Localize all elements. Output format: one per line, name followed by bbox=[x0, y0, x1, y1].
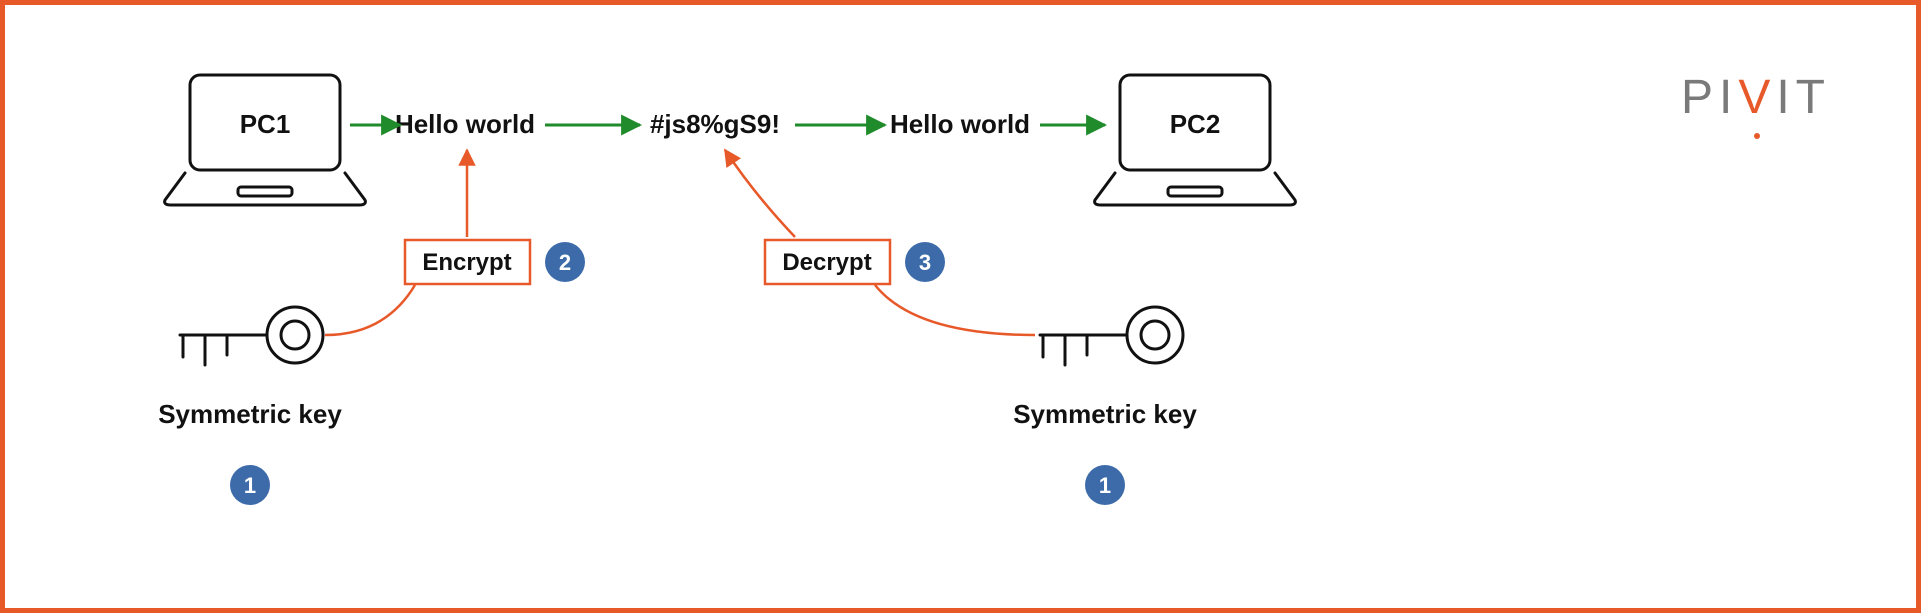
diagram-svg: PC1 PC2 Hello world #js8%gS9! Hello worl… bbox=[5, 5, 1916, 608]
key-icon-left bbox=[180, 307, 323, 365]
laptop-icon-pc2: PC2 bbox=[1095, 75, 1296, 205]
path-key-to-encrypt bbox=[325, 285, 415, 335]
diagram-frame: PIVIT PC1 PC2 Hello world #js8%gS9! bbox=[0, 0, 1921, 613]
svg-text:1: 1 bbox=[1099, 473, 1111, 498]
badge-encrypt: 2 bbox=[545, 242, 585, 282]
encrypt-label: Encrypt bbox=[422, 249, 511, 276]
ciphertext: #js8%gS9! bbox=[650, 109, 780, 139]
decrypt-box: Decrypt bbox=[765, 240, 890, 284]
laptop-icon-pc1: PC1 bbox=[165, 75, 366, 205]
badge-key-left: 1 bbox=[230, 465, 270, 505]
plaintext-2: Hello world bbox=[890, 109, 1030, 139]
pc1-label: PC1 bbox=[240, 109, 291, 139]
path-key-to-decrypt bbox=[875, 285, 1035, 335]
svg-text:2: 2 bbox=[559, 250, 571, 275]
plaintext-1: Hello world bbox=[395, 109, 535, 139]
symmetric-key-label-left: Symmetric key bbox=[158, 399, 342, 429]
svg-text:1: 1 bbox=[244, 473, 256, 498]
encrypt-box: Encrypt bbox=[405, 240, 530, 284]
pc2-label: PC2 bbox=[1170, 109, 1221, 139]
path-decrypt-to-text bbox=[725, 150, 795, 237]
key-icon-right bbox=[1040, 307, 1183, 365]
badge-decrypt: 3 bbox=[905, 242, 945, 282]
decrypt-label: Decrypt bbox=[782, 249, 871, 276]
symmetric-key-label-right: Symmetric key bbox=[1013, 399, 1197, 429]
badge-key-right: 1 bbox=[1085, 465, 1125, 505]
svg-text:3: 3 bbox=[919, 250, 931, 275]
